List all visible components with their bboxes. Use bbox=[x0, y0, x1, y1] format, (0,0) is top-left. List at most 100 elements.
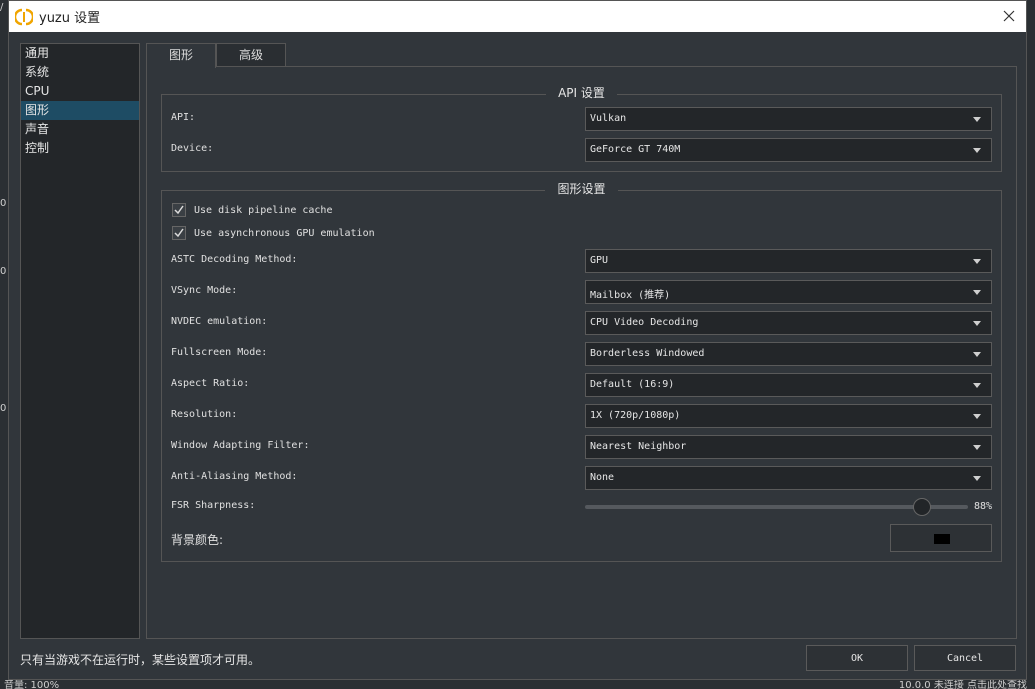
tab-bar: 图形 高级 bbox=[146, 43, 287, 68]
fullscreen-label: Fullscreen Mode: bbox=[171, 347, 268, 358]
astc-label: ASTC Decoding Method: bbox=[171, 254, 298, 265]
graphics-group-title: 图形设置 bbox=[545, 182, 618, 196]
fsr-sharpness-label: FSR Sharpness: bbox=[171, 500, 256, 511]
yuzu-logo-icon bbox=[15, 8, 33, 25]
resolution-select-value: 1X (720p/1080p) bbox=[590, 410, 681, 421]
fullscreen-select-value: Borderless Windowed bbox=[590, 348, 705, 359]
checkmark-icon bbox=[174, 228, 184, 238]
checkmark-icon bbox=[174, 205, 184, 215]
vsync-select[interactable]: Mailbox (推荐) bbox=[585, 280, 992, 304]
sidebar-item-cpu[interactable]: CPU bbox=[21, 82, 139, 101]
async-gpu-checkbox[interactable] bbox=[172, 226, 186, 240]
settings-dialog: yuzu 设置 通用 系统 CPU 图形 声音 控制 图形 高级 API 设置 … bbox=[8, 0, 1027, 680]
graphics-tab-panel: API 设置 API: Vulkan Device: GeForce GT 74… bbox=[146, 66, 1017, 639]
chevron-down-icon bbox=[973, 476, 981, 481]
nvdec-label: NVDEC emulation: bbox=[171, 316, 268, 327]
window-title: yuzu 设置 bbox=[39, 11, 101, 26]
api-select[interactable]: Vulkan bbox=[585, 107, 992, 131]
chevron-down-icon bbox=[973, 383, 981, 388]
chevron-down-icon bbox=[973, 290, 981, 295]
api-row: API: Vulkan bbox=[171, 107, 992, 131]
api-select-value: Vulkan bbox=[590, 113, 627, 124]
background-color-label: 背景颜色: bbox=[171, 533, 224, 547]
window-filter-select-value: Nearest Neighbor bbox=[590, 441, 687, 452]
chevron-down-icon bbox=[973, 117, 981, 122]
window-filter-row: Window Adapting Filter: Nearest Neighbor bbox=[171, 435, 992, 459]
vsync-select-value: Mailbox (推荐) bbox=[590, 290, 671, 301]
background-glyph: 0 bbox=[0, 198, 7, 209]
window-filter-select[interactable]: Nearest Neighbor bbox=[585, 435, 992, 459]
chevron-down-icon bbox=[973, 321, 981, 326]
sidebar-item-graphics[interactable]: 图形 bbox=[21, 101, 139, 120]
sidebar-item-system[interactable]: 系统 bbox=[21, 63, 139, 82]
async-gpu-checkbox-row[interactable]: Use asynchronous GPU emulation bbox=[172, 225, 375, 241]
settings-category-list[interactable]: 通用 系统 CPU 图形 声音 控制 bbox=[20, 43, 140, 639]
aspect-ratio-label: Aspect Ratio: bbox=[171, 378, 250, 389]
astc-select[interactable]: GPU bbox=[585, 249, 992, 273]
chevron-down-icon bbox=[973, 148, 981, 153]
title-bar: yuzu 设置 bbox=[9, 1, 1026, 32]
disk-cache-checkbox-row[interactable]: Use disk pipeline cache bbox=[172, 202, 332, 218]
background-color-row: 背景颜色: bbox=[171, 524, 992, 552]
chevron-down-icon bbox=[973, 445, 981, 450]
background-glyph: 0 bbox=[0, 403, 7, 414]
device-row: Device: GeForce GT 740M bbox=[171, 138, 992, 162]
resolution-row: Resolution: 1X (720p/1080p) bbox=[171, 404, 992, 428]
sidebar-item-controls[interactable]: 控制 bbox=[21, 139, 139, 158]
slider-track bbox=[585, 505, 968, 509]
chevron-down-icon bbox=[973, 352, 981, 357]
disk-cache-label: Use disk pipeline cache bbox=[194, 204, 333, 216]
vsync-label: VSync Mode: bbox=[171, 285, 238, 296]
nvdec-row: NVDEC emulation: CPU Video Decoding bbox=[171, 311, 992, 335]
nvdec-select[interactable]: CPU Video Decoding bbox=[585, 311, 992, 335]
device-select[interactable]: GeForce GT 740M bbox=[585, 138, 992, 162]
cancel-button[interactable]: Cancel bbox=[914, 645, 1016, 671]
nvdec-select-value: CPU Video Decoding bbox=[590, 317, 699, 328]
chevron-down-icon bbox=[973, 414, 981, 419]
background-glyph: 0 bbox=[0, 266, 7, 277]
vsync-row: VSync Mode: Mailbox (推荐) bbox=[171, 280, 992, 304]
anti-aliasing-label: Anti-Aliasing Method: bbox=[171, 471, 298, 482]
device-label: Device: bbox=[171, 143, 214, 154]
api-settings-group: API 设置 API: Vulkan Device: GeForce GT 74… bbox=[161, 86, 1002, 172]
aspect-ratio-select-value: Default (16:9) bbox=[590, 379, 675, 390]
aspect-ratio-row: Aspect Ratio: Default (16:9) bbox=[171, 373, 992, 397]
device-select-value: GeForce GT 740M bbox=[590, 144, 681, 155]
resolution-select[interactable]: 1X (720p/1080p) bbox=[585, 404, 992, 428]
chevron-down-icon bbox=[973, 259, 981, 264]
slider-handle[interactable] bbox=[913, 498, 932, 516]
background-app-right-edge bbox=[1027, 0, 1035, 689]
sidebar-item-audio[interactable]: 声音 bbox=[21, 120, 139, 139]
astc-select-value: GPU bbox=[590, 255, 609, 266]
aspect-ratio-select[interactable]: Default (16:9) bbox=[585, 373, 992, 397]
api-label: API: bbox=[171, 112, 196, 123]
anti-aliasing-select-value: None bbox=[590, 472, 615, 483]
color-swatch bbox=[934, 534, 950, 544]
anti-aliasing-select[interactable]: None bbox=[585, 466, 992, 490]
background-glyph: / bbox=[0, 2, 4, 13]
tab-graphics[interactable]: 图形 bbox=[146, 43, 217, 68]
window-filter-label: Window Adapting Filter: bbox=[171, 440, 310, 451]
fsr-sharpness-row: FSR Sharpness: 88% bbox=[171, 495, 992, 519]
api-group-title: API 设置 bbox=[546, 86, 617, 100]
graphics-settings-group: 图形设置 Use disk pipeline cache Use asynchr… bbox=[161, 182, 1002, 562]
fullscreen-row: Fullscreen Mode: Borderless Windowed bbox=[171, 342, 992, 366]
background-color-button[interactable] bbox=[890, 524, 992, 552]
fsr-sharpness-slider[interactable] bbox=[585, 498, 968, 516]
background-volume-text: 音量: 100% bbox=[4, 680, 60, 689]
anti-aliasing-row: Anti-Aliasing Method: None bbox=[171, 466, 992, 490]
resolution-label: Resolution: bbox=[171, 409, 238, 420]
close-icon bbox=[1003, 10, 1015, 22]
fsr-sharpness-value: 88% bbox=[973, 501, 992, 512]
close-button[interactable] bbox=[1000, 7, 1018, 25]
sidebar-item-general[interactable]: 通用 bbox=[21, 44, 139, 63]
fullscreen-select[interactable]: Borderless Windowed bbox=[585, 342, 992, 366]
background-status-bar: 音量: 100% 10.0.0 未连接 点击此处查找 bbox=[0, 679, 1035, 689]
background-app-left-edge: / 0 0 0 bbox=[0, 0, 8, 689]
footer-note: 只有当游戏不在运行时，某些设置项才可用。 bbox=[20, 653, 261, 667]
disk-cache-checkbox[interactable] bbox=[172, 203, 186, 217]
tab-advanced[interactable]: 高级 bbox=[216, 43, 287, 67]
background-status-text: 10.0.0 未连接 点击此处查找 bbox=[898, 680, 1027, 689]
ok-button[interactable]: OK bbox=[806, 645, 908, 671]
async-gpu-label: Use asynchronous GPU emulation bbox=[194, 227, 375, 239]
